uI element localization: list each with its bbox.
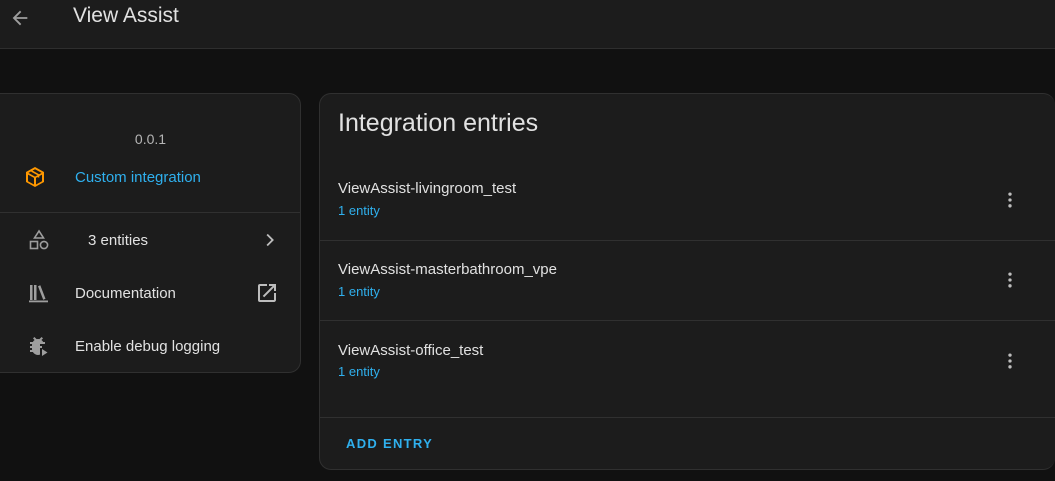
top-app-bar: View Assist [0,0,1055,49]
overflow-menu-icon[interactable] [998,349,1022,373]
integration-info-card: 0.0.1 Custom integration 3 entities Docu… [0,93,301,373]
entry-name: ViewAssist-livingroom_test [338,180,517,197]
overflow-menu-icon[interactable] [998,188,1022,212]
debug-logging-row[interactable]: Enable debug logging [1,326,301,366]
entry-entity-count[interactable]: 1 entity [338,284,380,299]
custom-integration-row[interactable]: Custom integration [1,157,301,197]
entities-row[interactable]: 3 entities [1,220,301,260]
entry-row[interactable]: ViewAssist-livingroom_test 1 entity [320,160,1055,240]
arrow-left-icon [12,10,28,26]
debug-logging-label: Enable debug logging [75,337,221,355]
entry-row[interactable]: ViewAssist-masterbathroom_vpe 1 entity [320,241,1055,321]
documentation-row[interactable]: Documentation [1,273,301,313]
package-icon [23,165,47,189]
overflow-menu-icon[interactable] [998,268,1022,292]
bookshelf-icon [27,281,51,305]
custom-integration-label: Custom integration [75,168,201,186]
version-label: 0.0.1 [134,131,167,147]
open-in-new-icon[interactable] [255,281,279,305]
bug-play-icon [27,334,51,358]
entries-title: Integration entries [338,109,539,137]
entry-name: ViewAssist-masterbathroom_vpe [338,261,557,278]
shapes-icon [27,228,51,252]
back-button[interactable] [6,4,34,32]
divider [0,212,300,213]
chevron-right-icon [257,228,281,252]
entry-entity-count[interactable]: 1 entity [338,364,380,379]
divider [320,417,1055,418]
entities-label: 3 entities [88,231,149,249]
documentation-label: Documentation [75,284,176,302]
page-title: View Assist [73,4,179,27]
integration-entries-card: Integration entries ViewAssist-livingroo… [319,93,1055,470]
entry-entity-count[interactable]: 1 entity [338,203,380,218]
entry-name: ViewAssist-office_test [338,342,484,359]
entry-row[interactable]: ViewAssist-office_test 1 entity [320,321,1055,401]
add-entry-button[interactable]: ADD ENTRY [346,436,433,451]
